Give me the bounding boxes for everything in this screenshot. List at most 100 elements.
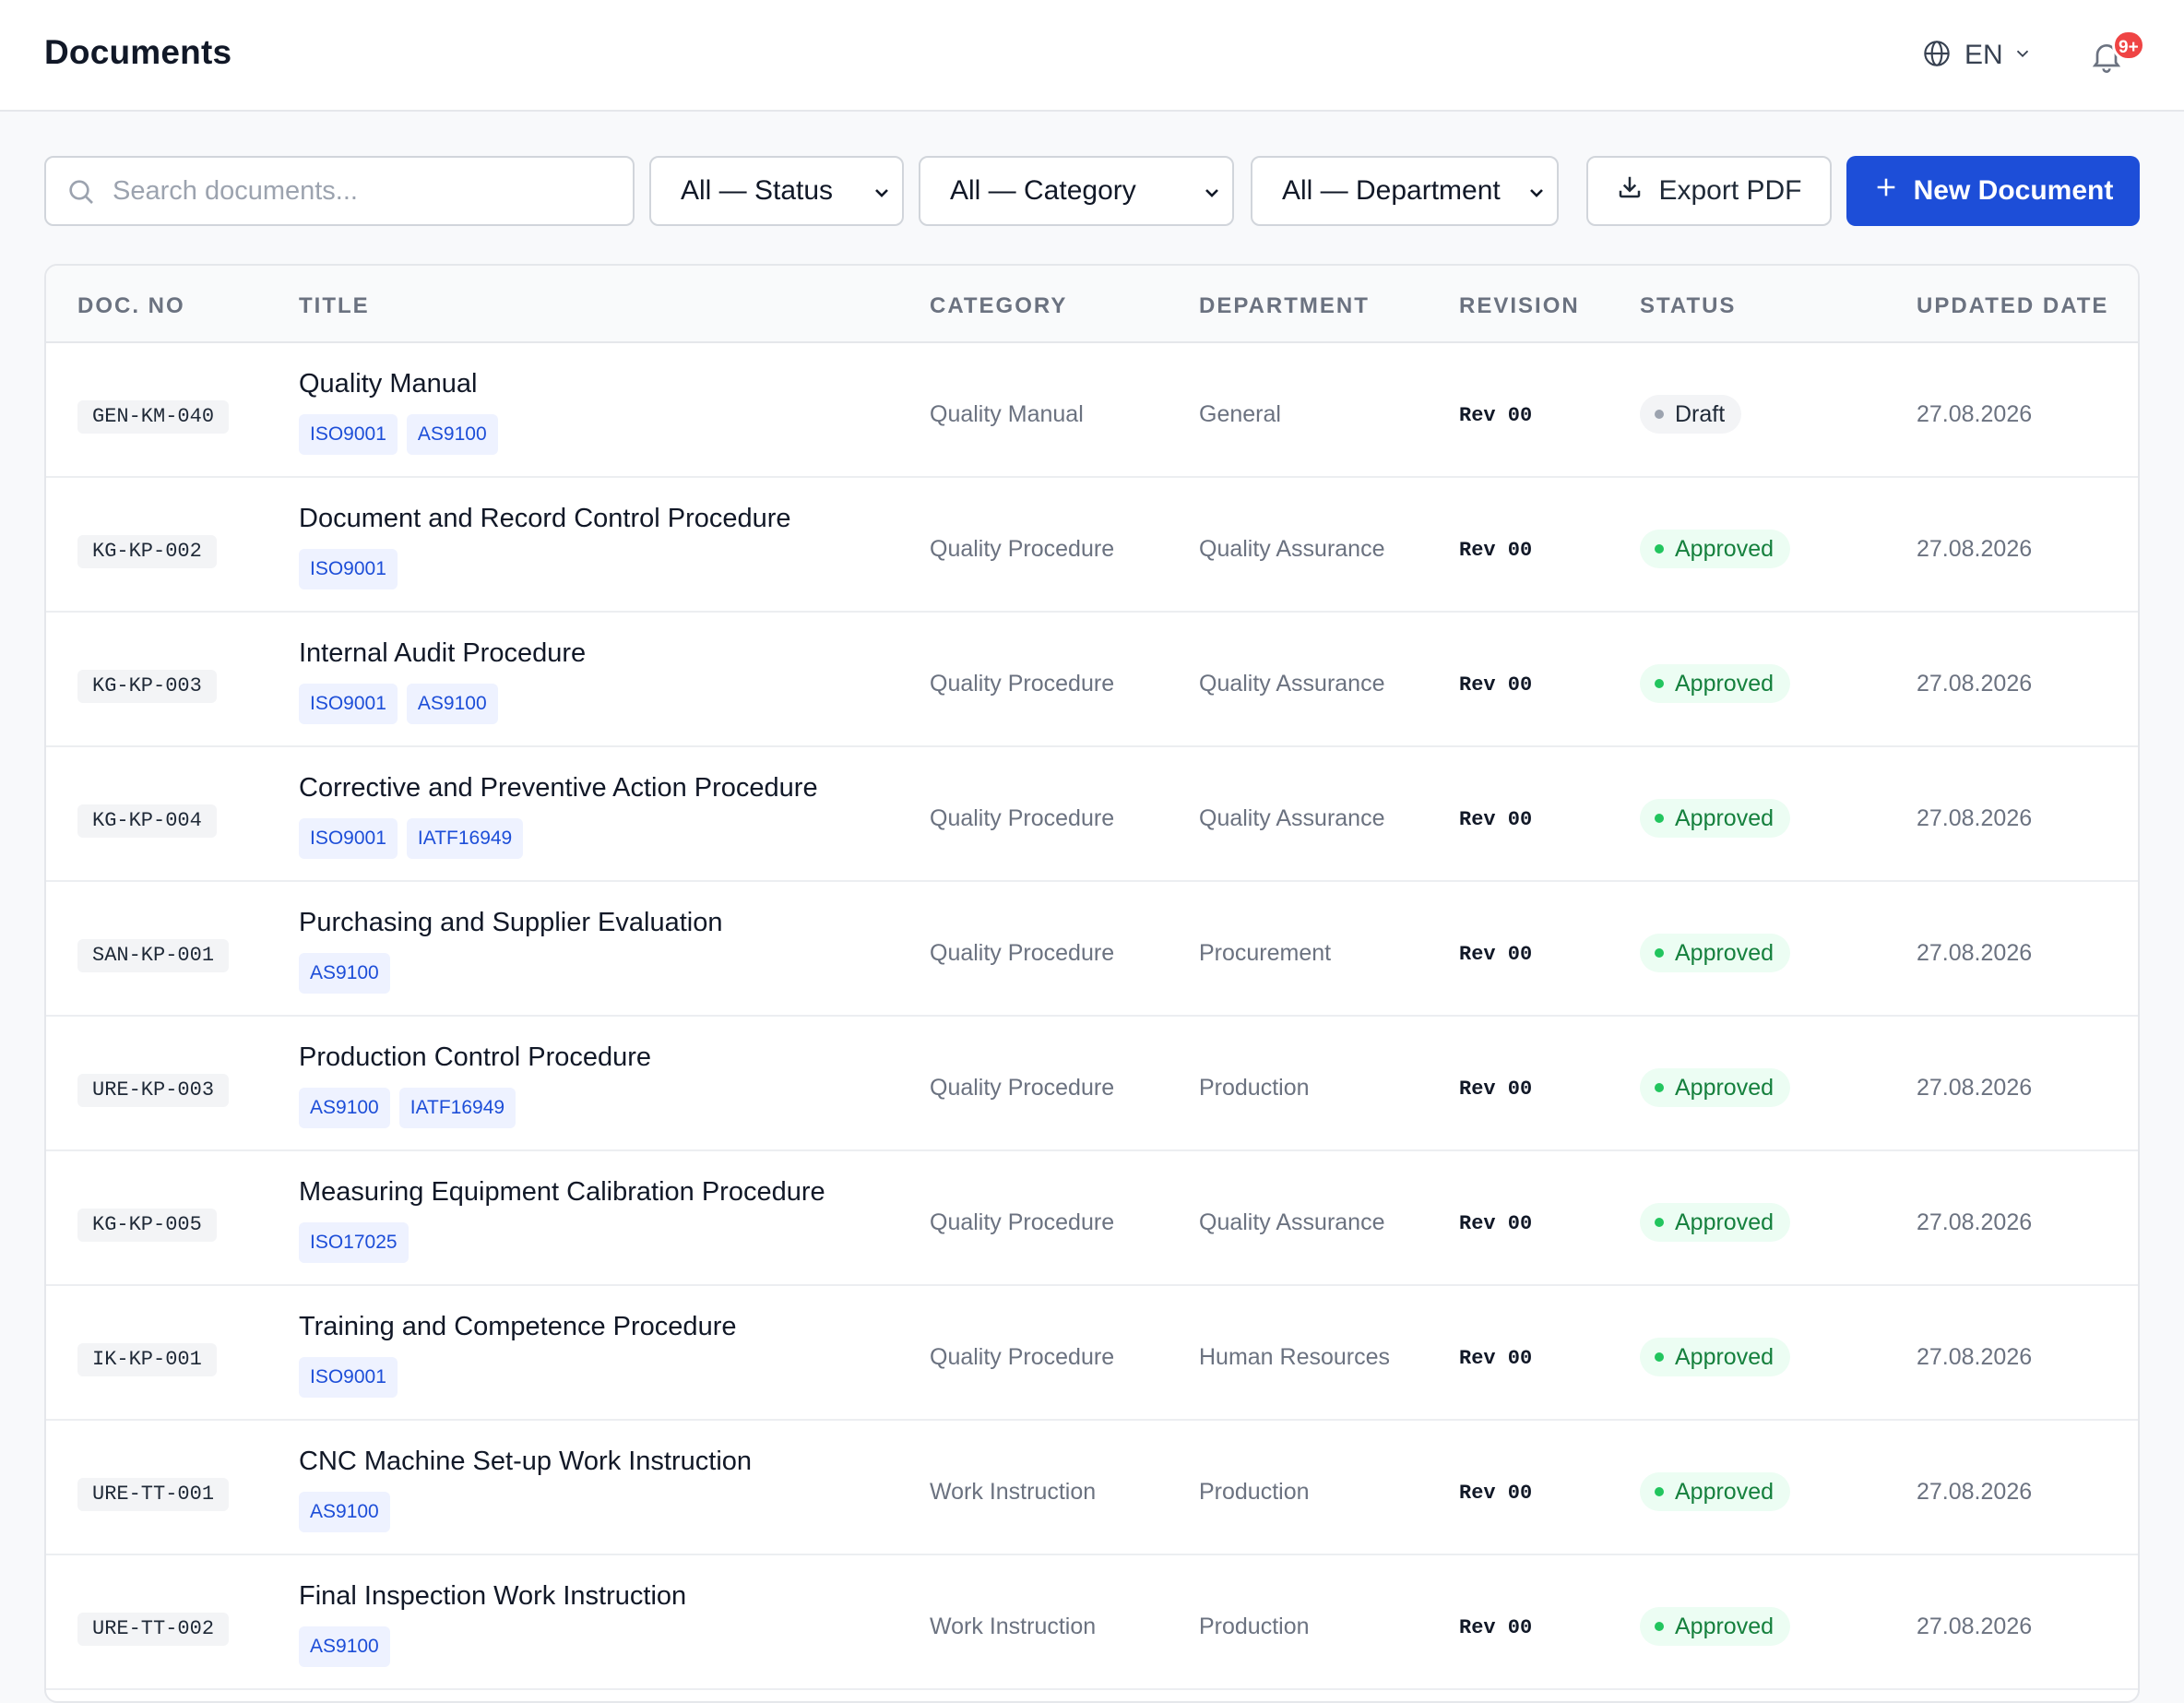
status-filter-value: All — Status bbox=[681, 175, 834, 206]
table-row[interactable]: KG-KP-005 Measuring Equipment Calibration… bbox=[46, 1151, 2138, 1286]
standard-tags: ISO17025 bbox=[299, 1222, 409, 1263]
standard-tag: ISO9001 bbox=[299, 549, 398, 590]
status-dot-icon bbox=[1655, 544, 1664, 554]
standard-tag: AS9100 bbox=[299, 1088, 390, 1128]
status-badge: Approved bbox=[1640, 1607, 1791, 1646]
document-title-link[interactable]: Production Control Procedure bbox=[299, 1042, 651, 1073]
table-row[interactable]: KG-KP-003 Internal Audit Procedure ISO9001… bbox=[46, 613, 2138, 747]
doc-number-badge: IK-KP-001 bbox=[77, 1343, 217, 1376]
standard-tags: ISO9001 bbox=[299, 1357, 398, 1398]
status-dot-icon bbox=[1655, 1083, 1664, 1092]
document-title-link[interactable]: Measuring Equipment Calibration Procedur… bbox=[299, 1177, 825, 1208]
document-title-link[interactable]: CNC Machine Set-up Work Instruction bbox=[299, 1447, 752, 1477]
standard-tag: ISO17025 bbox=[299, 1222, 409, 1263]
department-cell: Production bbox=[1199, 1479, 1310, 1505]
standard-tags: AS9100 bbox=[299, 1492, 390, 1532]
notification-count-badge: 9+ bbox=[2112, 30, 2145, 61]
status-badge: Approved bbox=[1640, 664, 1791, 703]
column-header-revision[interactable]: REVISION bbox=[1459, 293, 1580, 319]
chevron-down-icon bbox=[871, 182, 893, 208]
standard-tag: IATF16949 bbox=[406, 818, 524, 859]
status-label: Draft bbox=[1675, 400, 1726, 427]
status-dot-icon bbox=[1655, 1352, 1664, 1362]
status-dot-icon bbox=[1655, 410, 1664, 419]
status-label: Approved bbox=[1675, 1074, 1774, 1101]
standard-tag: ISO9001 bbox=[299, 818, 398, 859]
doc-number-badge: KG-KP-005 bbox=[77, 1209, 217, 1242]
revision-cell: Rev 00 bbox=[1459, 1212, 1533, 1235]
document-title-link[interactable]: Training and Competence Procedure bbox=[299, 1312, 736, 1342]
table-row[interactable]: SAN-KP-001 Purchasing and Supplier Evalua… bbox=[46, 882, 2138, 1017]
doc-number-badge: SAN-KP-001 bbox=[77, 939, 230, 972]
column-header-updated-date[interactable]: UPDATED DATE bbox=[1917, 293, 2108, 319]
language-label: EN bbox=[1964, 40, 2003, 70]
document-title-link[interactable]: Purchasing and Supplier Evaluation bbox=[299, 908, 722, 938]
table-row[interactable]: IK-KP-001 Training and Competence Procedu… bbox=[46, 1286, 2138, 1421]
document-title-link[interactable]: Quality Manual bbox=[299, 369, 477, 399]
standard-tag: AS9100 bbox=[299, 953, 390, 994]
department-cell: Production bbox=[1199, 1614, 1310, 1639]
status-label: Approved bbox=[1675, 939, 1774, 966]
standard-tag: ISO9001 bbox=[299, 414, 398, 455]
table-row[interactable]: URE-TT-002 Final Inspection Work Instruct… bbox=[46, 1555, 2138, 1690]
search-input[interactable] bbox=[113, 165, 620, 217]
search-box[interactable] bbox=[44, 156, 635, 226]
status-label: Approved bbox=[1675, 535, 1774, 562]
revision-cell: Rev 00 bbox=[1459, 1078, 1533, 1101]
status-dot-icon bbox=[1655, 679, 1664, 688]
document-title-link[interactable]: Final Inspection Work Instruction bbox=[299, 1581, 686, 1612]
updated-date-cell: 27.08.2026 bbox=[1917, 671, 2033, 697]
status-badge: Approved bbox=[1640, 530, 1791, 568]
department-cell: Quality Assurance bbox=[1199, 536, 1385, 562]
department-filter-select[interactable]: All — Department bbox=[1251, 156, 1559, 226]
department-cell: Human Resources bbox=[1199, 1344, 1391, 1370]
table-row[interactable]: KG-KP-004 Corrective and Preventive Actio… bbox=[46, 747, 2138, 882]
search-icon bbox=[66, 177, 96, 211]
doc-number-badge: URE-KP-003 bbox=[77, 1074, 230, 1107]
status-dot-icon bbox=[1655, 1622, 1664, 1631]
updated-date-cell: 27.08.2026 bbox=[1917, 805, 2033, 831]
category-cell: Quality Procedure bbox=[930, 805, 1115, 831]
category-filter-select[interactable]: All — Category bbox=[919, 156, 1234, 226]
standard-tag: AS9100 bbox=[406, 414, 498, 455]
column-header-doc-no[interactable]: DOC. NO bbox=[77, 293, 185, 319]
chevron-down-icon bbox=[1525, 182, 1548, 208]
doc-number-badge: KG-KP-002 bbox=[77, 535, 217, 568]
export-pdf-button[interactable]: Export PDF bbox=[1586, 156, 1832, 226]
table-row[interactable]: GEN-KM-040 Quality Manual ISO9001 AS9100 Qua… bbox=[46, 343, 2138, 478]
export-pdf-label: Export PDF bbox=[1658, 175, 1802, 206]
revision-cell: Rev 00 bbox=[1459, 673, 1533, 697]
standard-tag: AS9100 bbox=[299, 1492, 390, 1532]
language-switcher[interactable]: EN bbox=[1922, 35, 2033, 76]
document-title-link[interactable]: Document and Record Control Procedure bbox=[299, 504, 791, 534]
standard-tags: AS9100 bbox=[299, 953, 390, 994]
status-filter-select[interactable]: All — Status bbox=[649, 156, 904, 226]
standard-tags: ISO9001 IATF16949 bbox=[299, 818, 524, 859]
top-bar: Documents EN 9+ bbox=[0, 0, 2184, 112]
updated-date-cell: 27.08.2026 bbox=[1917, 1614, 2033, 1639]
updated-date-cell: 27.08.2026 bbox=[1917, 536, 2033, 562]
standard-tag: IATF16949 bbox=[398, 1088, 516, 1128]
status-badge: Approved bbox=[1640, 934, 1791, 972]
column-header-title[interactable]: TITLE bbox=[299, 293, 370, 319]
column-header-status[interactable]: STATUS bbox=[1640, 293, 1736, 319]
status-badge: Approved bbox=[1640, 1068, 1791, 1107]
category-cell: Quality Manual bbox=[930, 401, 1084, 427]
status-label: Approved bbox=[1675, 1209, 1774, 1235]
category-cell: Work Instruction bbox=[930, 1614, 1097, 1639]
updated-date-cell: 27.08.2026 bbox=[1917, 1075, 2033, 1101]
doc-number-badge: GEN-KM-040 bbox=[77, 400, 230, 434]
column-header-category[interactable]: CATEGORY bbox=[930, 293, 1067, 319]
table-row[interactable]: URE-TT-001 CNC Machine Set-up Work Instru… bbox=[46, 1421, 2138, 1555]
revision-cell: Rev 00 bbox=[1459, 1482, 1533, 1505]
chevron-down-icon bbox=[2012, 43, 2033, 68]
document-title-link[interactable]: Internal Audit Procedure bbox=[299, 638, 586, 669]
table-row[interactable]: KG-KP-002 Document and Record Control Pro… bbox=[46, 478, 2138, 613]
category-cell: Quality Procedure bbox=[930, 1209, 1115, 1235]
new-document-button[interactable]: New Document bbox=[1846, 156, 2140, 226]
document-title-link[interactable]: Corrective and Preventive Action Procedu… bbox=[299, 773, 818, 804]
notifications-button[interactable]: 9+ bbox=[2086, 30, 2145, 77]
documents-table: DOC. NO TITLE CATEGORY DEPARTMENT REVISI… bbox=[44, 264, 2140, 1703]
table-row[interactable]: URE-KP-003 Production Control Procedure AS… bbox=[46, 1017, 2138, 1151]
column-header-department[interactable]: DEPARTMENT bbox=[1199, 293, 1370, 319]
